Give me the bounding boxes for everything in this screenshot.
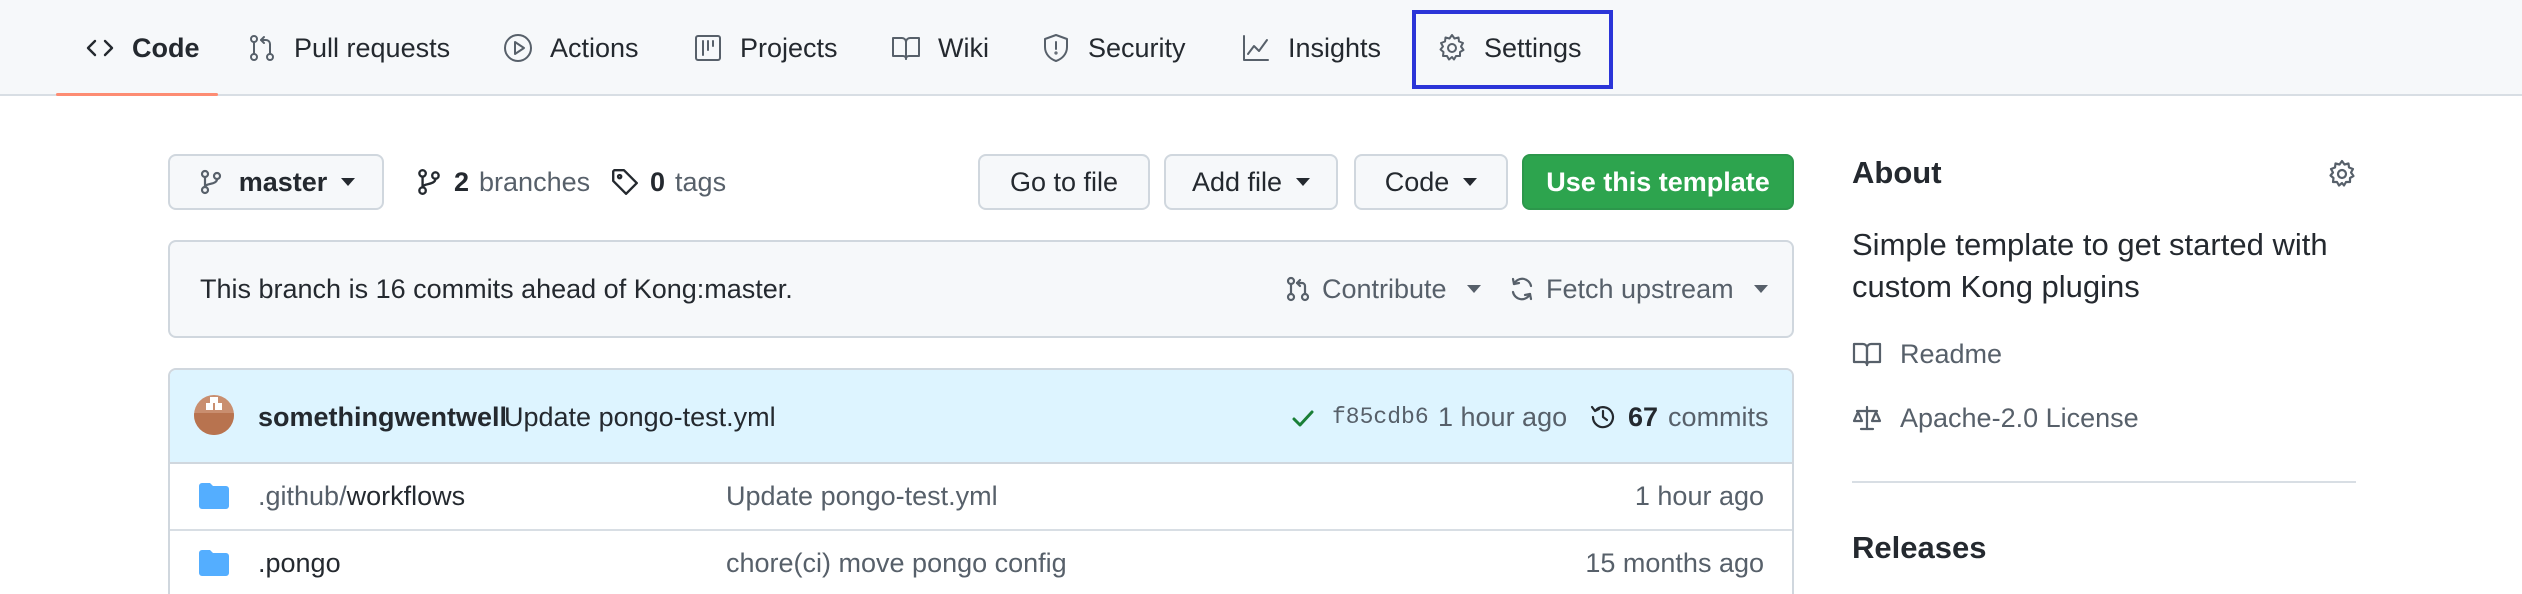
tab-insights[interactable]: Insights xyxy=(1240,0,1381,96)
tab-actions[interactable]: Actions xyxy=(502,0,639,96)
file-commit-time: 15 months ago xyxy=(1585,548,1764,578)
add-file-label: Add file xyxy=(1191,166,1283,197)
readme-label: Readme xyxy=(1900,338,2003,369)
file-name-link[interactable]: .github/workflows xyxy=(258,464,465,529)
sync-icon xyxy=(1511,277,1533,301)
chevron-down-icon xyxy=(1753,285,1768,293)
book-icon xyxy=(892,37,920,60)
branch-ahead-banner: This branch is 16 commits ahead of Kong:… xyxy=(168,240,1794,338)
about-heading: About xyxy=(1852,155,1942,190)
commits-label: commits xyxy=(1668,401,1769,432)
branch-ahead-text: This branch is 16 commits ahead of Kong:… xyxy=(200,273,793,304)
tab-security[interactable]: Security xyxy=(1040,0,1186,96)
readme-link[interactable]: Readme xyxy=(1852,334,2002,374)
add-file-button[interactable]: Add file xyxy=(1164,154,1338,210)
git-pull-request-icon xyxy=(250,35,274,61)
branches-link[interactable]: 2 branches xyxy=(414,154,590,210)
branches-label: branches xyxy=(479,166,591,197)
history-icon xyxy=(1590,405,1615,429)
graph-icon xyxy=(1243,35,1269,61)
avatar[interactable] xyxy=(194,395,234,435)
tag-icon xyxy=(612,169,638,195)
tags-link[interactable]: 0 tags xyxy=(610,154,726,210)
check-icon[interactable] xyxy=(1288,403,1318,433)
chevron-down-icon xyxy=(1296,178,1311,186)
code-button-label: Code xyxy=(1384,166,1450,197)
code-icon xyxy=(86,39,114,57)
tab-security-label: Security xyxy=(1088,32,1186,63)
commit-message[interactable]: Update pongo-test.yml xyxy=(504,370,776,464)
fetch-upstream-dropdown[interactable]: Fetch upstream xyxy=(1508,242,1768,336)
branch-select-button[interactable]: master xyxy=(168,154,384,210)
branch-name: master xyxy=(238,166,328,197)
tab-code[interactable]: Code xyxy=(84,0,200,96)
license-link[interactable]: Apache-2.0 License xyxy=(1852,398,2139,438)
repo-nav: Code Pull requests Actions Projects Wiki… xyxy=(0,0,2522,96)
file-browser: somethingwentwell Update pongo-test.yml … xyxy=(168,368,1794,594)
file-path-prefix: .github/ xyxy=(258,481,347,511)
commit-time: 1 hour ago xyxy=(1438,401,1568,432)
folder-icon xyxy=(198,482,230,510)
tab-wiki[interactable]: Wiki xyxy=(890,0,989,96)
releases-heading[interactable]: Releases xyxy=(1852,530,1986,566)
file-name: .pongo xyxy=(258,548,341,578)
go-to-file-label: Go to file xyxy=(1009,166,1119,197)
file-commit-message[interactable]: Update pongo-test.yml xyxy=(726,464,998,529)
commit-sha[interactable]: f85cdb6 xyxy=(1332,370,1429,464)
tab-pull-requests[interactable]: Pull requests xyxy=(246,0,450,96)
play-icon xyxy=(504,34,532,62)
tab-wiki-label: Wiki xyxy=(938,32,989,63)
tags-label: tags xyxy=(675,166,727,197)
chevron-down-icon xyxy=(1463,178,1478,186)
law-icon xyxy=(1852,405,1882,431)
use-template-button[interactable]: Use this template xyxy=(1522,154,1794,210)
file-name: workflows xyxy=(346,481,466,511)
settings-highlight-box xyxy=(1412,10,1613,89)
tab-actions-label: Actions xyxy=(550,32,639,63)
folder-icon xyxy=(198,549,230,577)
tab-pull-requests-label: Pull requests xyxy=(294,32,451,63)
table-icon xyxy=(695,35,721,61)
commits-history-link[interactable]: 67 commits xyxy=(1588,370,1769,464)
latest-commit-row: somethingwentwell Update pongo-test.yml … xyxy=(170,370,1792,464)
file-row: .github/workflows Update pongo-test.yml … xyxy=(170,464,1792,529)
contribute-dropdown[interactable]: Contribute xyxy=(1284,242,1481,336)
git-pull-request-icon xyxy=(1286,276,1310,302)
selected-tab-underline xyxy=(56,93,218,96)
license-label: Apache-2.0 License xyxy=(1900,402,2139,433)
file-row: .pongo chore(ci) move pongo config 15 mo… xyxy=(170,529,1792,594)
commit-author[interactable]: somethingwentwell xyxy=(258,370,507,464)
tab-code-label: Code xyxy=(132,32,200,63)
contribute-label: Contribute xyxy=(1322,273,1447,304)
chevron-down-icon xyxy=(1466,285,1481,293)
code-dropdown-button[interactable]: Code xyxy=(1354,154,1508,210)
book-icon xyxy=(1852,342,1882,367)
use-template-label: Use this template xyxy=(1546,166,1770,197)
commits-count: 67 xyxy=(1628,401,1659,432)
branches-count: 2 xyxy=(454,166,470,197)
file-commit-time: 1 hour ago xyxy=(1634,481,1764,511)
tab-projects-label: Projects xyxy=(740,32,838,63)
git-branch-icon xyxy=(418,169,440,195)
tags-count: 0 xyxy=(650,166,666,197)
go-to-file-button[interactable]: Go to file xyxy=(978,154,1150,210)
sidebar-divider xyxy=(1852,481,2356,483)
file-name-link[interactable]: .pongo xyxy=(258,531,341,594)
repo-description: Simple template to get started with cust… xyxy=(1852,227,2328,304)
chevron-down-icon xyxy=(341,178,356,186)
shield-icon xyxy=(1044,34,1068,62)
file-commit-message[interactable]: chore(ci) move pongo config xyxy=(726,531,1067,594)
tab-projects[interactable]: Projects xyxy=(692,0,838,96)
fetch-upstream-label: Fetch upstream xyxy=(1546,273,1734,304)
git-branch-icon xyxy=(200,169,221,195)
gear-icon[interactable] xyxy=(2326,158,2358,190)
tab-insights-label: Insights xyxy=(1288,32,1382,63)
